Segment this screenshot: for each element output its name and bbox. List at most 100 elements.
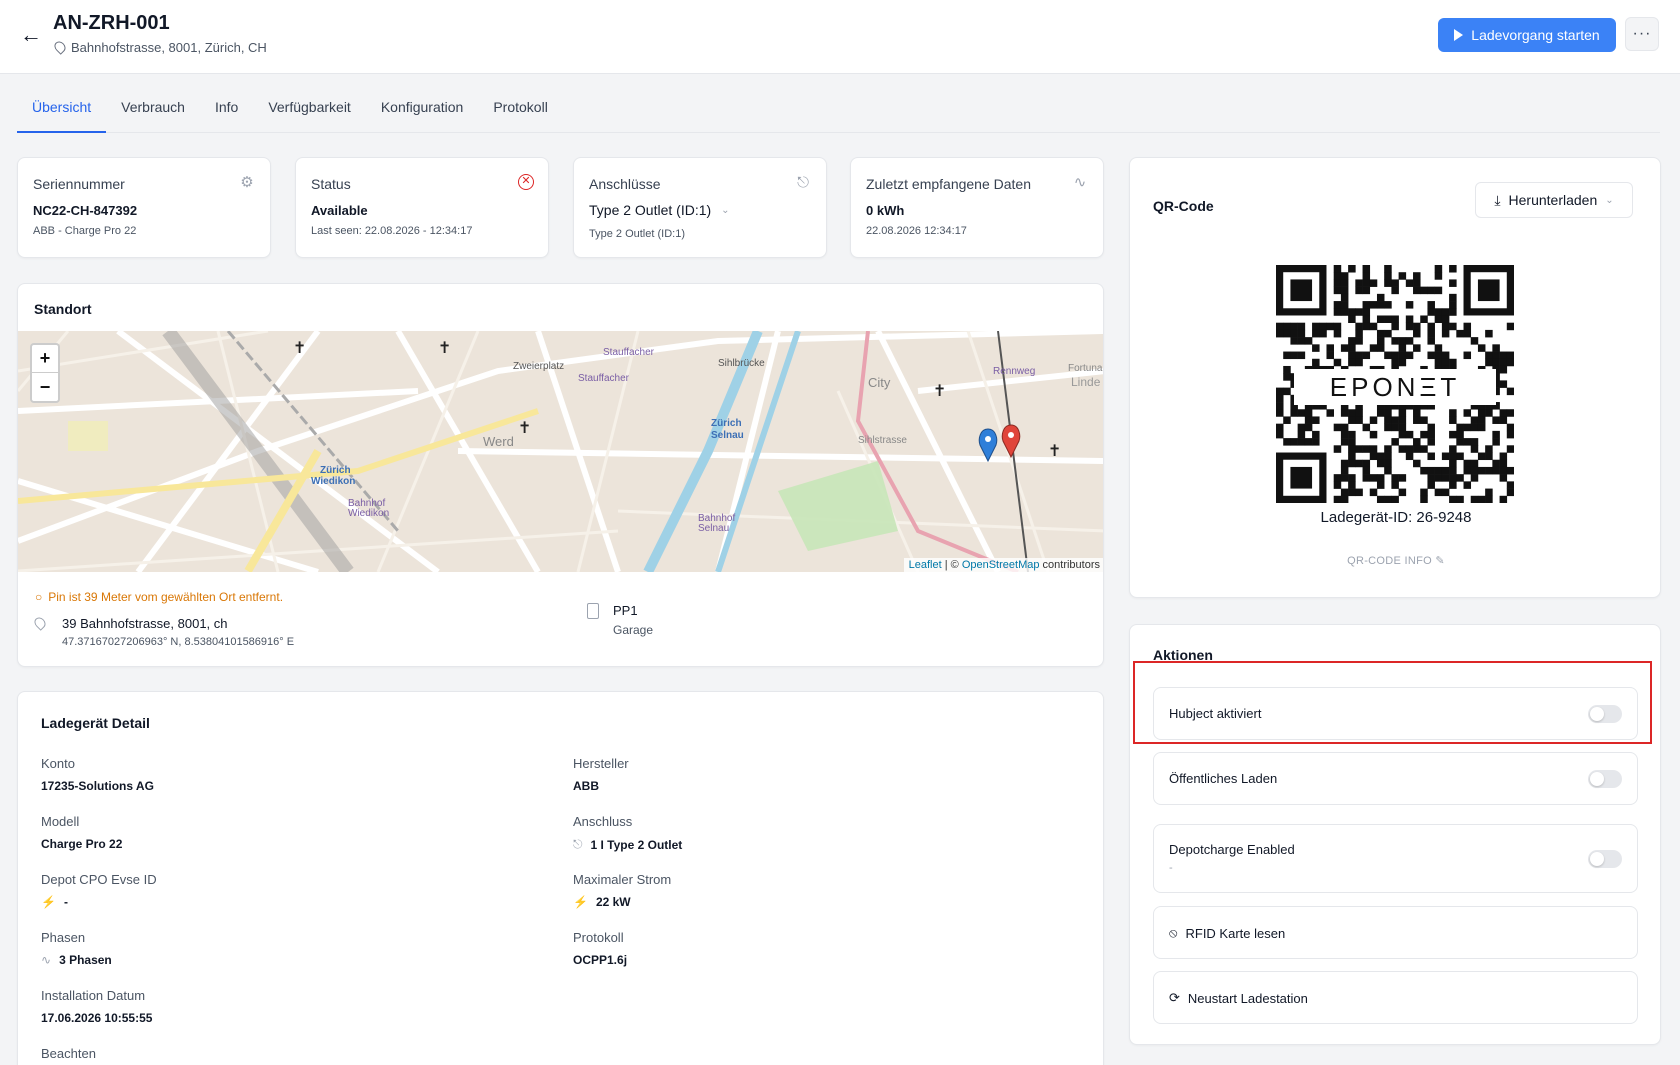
- detail-value: ⚡ -: [41, 895, 68, 909]
- bolt-icon: ⚡: [573, 895, 588, 909]
- address-pin-icon: [32, 615, 48, 635]
- svg-text:Stauffacher: Stauffacher: [578, 373, 630, 384]
- connectors-label: Anschlüsse: [589, 176, 661, 192]
- svg-text:Linde: Linde: [1071, 375, 1101, 389]
- detail-value: OCPP1.6j: [573, 953, 628, 967]
- svg-text:Fortuna: Fortuna: [1068, 363, 1103, 374]
- detail-value: ⚡ 22 kW: [573, 895, 631, 909]
- detail-label: Anschluss: [573, 814, 633, 829]
- detail-value: Charge Pro 22: [41, 837, 123, 851]
- more-options-button[interactable]: ···: [1625, 17, 1659, 51]
- detail-title: Ladegerät Detail: [41, 715, 150, 731]
- map[interactable]: Zweierplatz Stauffacher Stauffacher Sihl…: [18, 331, 1103, 572]
- last-data-time: 22.08.2026 12:34:17: [866, 225, 967, 237]
- warning-pin-icon: ○: [35, 590, 43, 604]
- status-card: Status ✕ Available Last seen: 22.08.2026…: [295, 157, 549, 258]
- osm-link[interactable]: OpenStreetMap: [962, 559, 1040, 571]
- detail-label: Depot CPO Evse ID: [41, 872, 157, 887]
- action-label: Öffentliches Laden: [1169, 771, 1278, 786]
- detail-value: ⎋ 1 I Type 2 Outlet: [573, 837, 683, 852]
- serial-card: Seriennummer ⚙ NC22-CH-847392 ABB - Char…: [17, 157, 271, 258]
- edit-icon: ✎: [1435, 555, 1445, 567]
- detail-label: Installation Datum: [41, 988, 146, 1003]
- qr-code: EPONΞT: [1276, 265, 1515, 504]
- plug-icon: ⎋: [797, 174, 809, 191]
- qr-card: QR-Code ⤓ Herunterladen ⌄ EPONΞT Ladeger…: [1129, 157, 1661, 598]
- action-label: Depotcharge Enabled: [1169, 842, 1295, 857]
- svg-text:Wiedikon: Wiedikon: [348, 508, 389, 519]
- activity-icon: ∿: [1073, 174, 1087, 191]
- zoom-out-button[interactable]: −: [32, 373, 58, 401]
- detail-label: Protokoll: [573, 930, 624, 945]
- detail-value: 17.06.2026 10:55:55: [41, 1011, 153, 1025]
- svg-text:✝: ✝: [438, 338, 451, 357]
- download-label: Herunterladen: [1508, 192, 1598, 208]
- detail-card: Ladegerät Detail Konto 17235-Solutions A…: [17, 691, 1104, 1065]
- qr-title: QR-Code: [1153, 198, 1214, 214]
- action-label: ⟳ Neustart Ladestation: [1169, 990, 1308, 1006]
- depotcharge-toggle[interactable]: [1588, 850, 1622, 868]
- qr-info-label: QR-CODE INFO: [1347, 555, 1432, 567]
- svg-text:Stauffacher: Stauffacher: [603, 347, 655, 358]
- map-zoom-control: + −: [30, 343, 60, 403]
- warning-text: Pin ist 39 Meter vom gewählten Ort entfe…: [48, 590, 284, 604]
- restart-station-button[interactable]: ⟳ Neustart Ladestation: [1153, 971, 1638, 1024]
- public-charging-toggle[interactable]: [1588, 770, 1622, 788]
- error-circle-icon: ✕: [518, 174, 534, 190]
- refresh-icon: ⟳: [1169, 990, 1180, 1005]
- parking-type: Garage: [613, 623, 654, 637]
- connector-select[interactable]: Type 2 Outlet (ID:1) ⌄: [589, 202, 730, 218]
- tab-protokoll[interactable]: Protokoll: [478, 80, 562, 133]
- detail-label: Hersteller: [573, 756, 629, 771]
- distance-warning: ○ Pin ist 39 Meter vom gewählten Ort ent…: [35, 590, 283, 604]
- svg-text:✝: ✝: [293, 338, 306, 357]
- rfid-read-button[interactable]: ⦸ RFID Karte lesen: [1153, 906, 1638, 959]
- location-address: 39 Bahnhofstrasse, 8001, ch: [62, 616, 228, 631]
- start-charging-button[interactable]: Ladevorgang starten: [1438, 18, 1616, 52]
- last-data-card: Zuletzt empfangene Daten ∿ 0 kWh 22.08.2…: [850, 157, 1104, 258]
- zoom-in-button[interactable]: +: [32, 345, 58, 373]
- tab-bar: Übersicht Verbrauch Info Verfügbarkeit K…: [17, 80, 1660, 133]
- page-subtitle: Bahnhofstrasse, 8001, Zürich, CH: [52, 38, 267, 55]
- last-data-value: 0 kWh: [866, 203, 905, 218]
- detail-value: ABB: [573, 779, 599, 793]
- serial-label: Seriennummer: [33, 176, 125, 192]
- leaflet-link[interactable]: Leaflet: [909, 559, 942, 571]
- tab-info[interactable]: Info: [200, 80, 253, 133]
- tab-verfuegbarkeit[interactable]: Verfügbarkeit: [253, 80, 366, 133]
- map-tiles: Zweierplatz Stauffacher Stauffacher Sihl…: [18, 331, 1103, 572]
- svg-text:Rennweg: Rennweg: [993, 366, 1035, 377]
- pulse-icon: ∿: [41, 953, 52, 967]
- detail-label: Konto: [41, 756, 75, 771]
- location-card: Standort Zweierplatz Stauffacher Stauffa…: [17, 283, 1104, 667]
- svg-text:Selnau: Selnau: [698, 523, 729, 534]
- building-icon: [587, 603, 599, 619]
- serial-value: NC22-CH-847392: [33, 203, 138, 218]
- action-label: ⦸ RFID Karte lesen: [1169, 925, 1286, 941]
- svg-text:Wiedikon: Wiedikon: [311, 476, 355, 487]
- tab-uebersicht[interactable]: Übersicht: [17, 80, 107, 133]
- connectors-card: Anschlüsse ⎋ Type 2 Outlet (ID:1) ⌄ Type…: [573, 157, 827, 258]
- download-icon: ⤓: [1494, 191, 1501, 208]
- svg-text:Zürich: Zürich: [320, 465, 351, 476]
- tab-konfiguration[interactable]: Konfiguration: [366, 80, 479, 133]
- detail-value: 17235-Solutions AG: [41, 779, 154, 793]
- action-depotcharge: Depotcharge Enabled -: [1153, 824, 1638, 893]
- play-icon: [1454, 29, 1464, 41]
- highlight-box: [1133, 661, 1652, 744]
- download-button[interactable]: ⤓ Herunterladen ⌄: [1475, 182, 1633, 218]
- attrib-tail: contributors: [1039, 559, 1100, 571]
- charger-id: Ladegerät-ID: 26-9248: [1320, 509, 1472, 526]
- back-arrow-icon[interactable]: ←: [20, 24, 44, 48]
- detail-value: ∿ 3 Phasen: [41, 953, 112, 967]
- chevron-down-icon: ⌄: [1605, 194, 1614, 206]
- rfid-icon: ⦸: [1169, 925, 1178, 940]
- last-data-label: Zuletzt empfangene Daten: [866, 176, 1031, 192]
- action-public-charging: Öffentliches Laden: [1153, 752, 1638, 805]
- tab-verbrauch[interactable]: Verbrauch: [106, 80, 200, 133]
- qr-code-image: EPONΞT: [1276, 265, 1515, 504]
- qr-info-link[interactable]: QR-CODE INFO ✎: [1130, 554, 1662, 567]
- svg-text:EPONΞT: EPONΞT: [1330, 372, 1460, 402]
- status-label: Status: [311, 176, 351, 192]
- plug-icon: ⎋: [573, 837, 583, 851]
